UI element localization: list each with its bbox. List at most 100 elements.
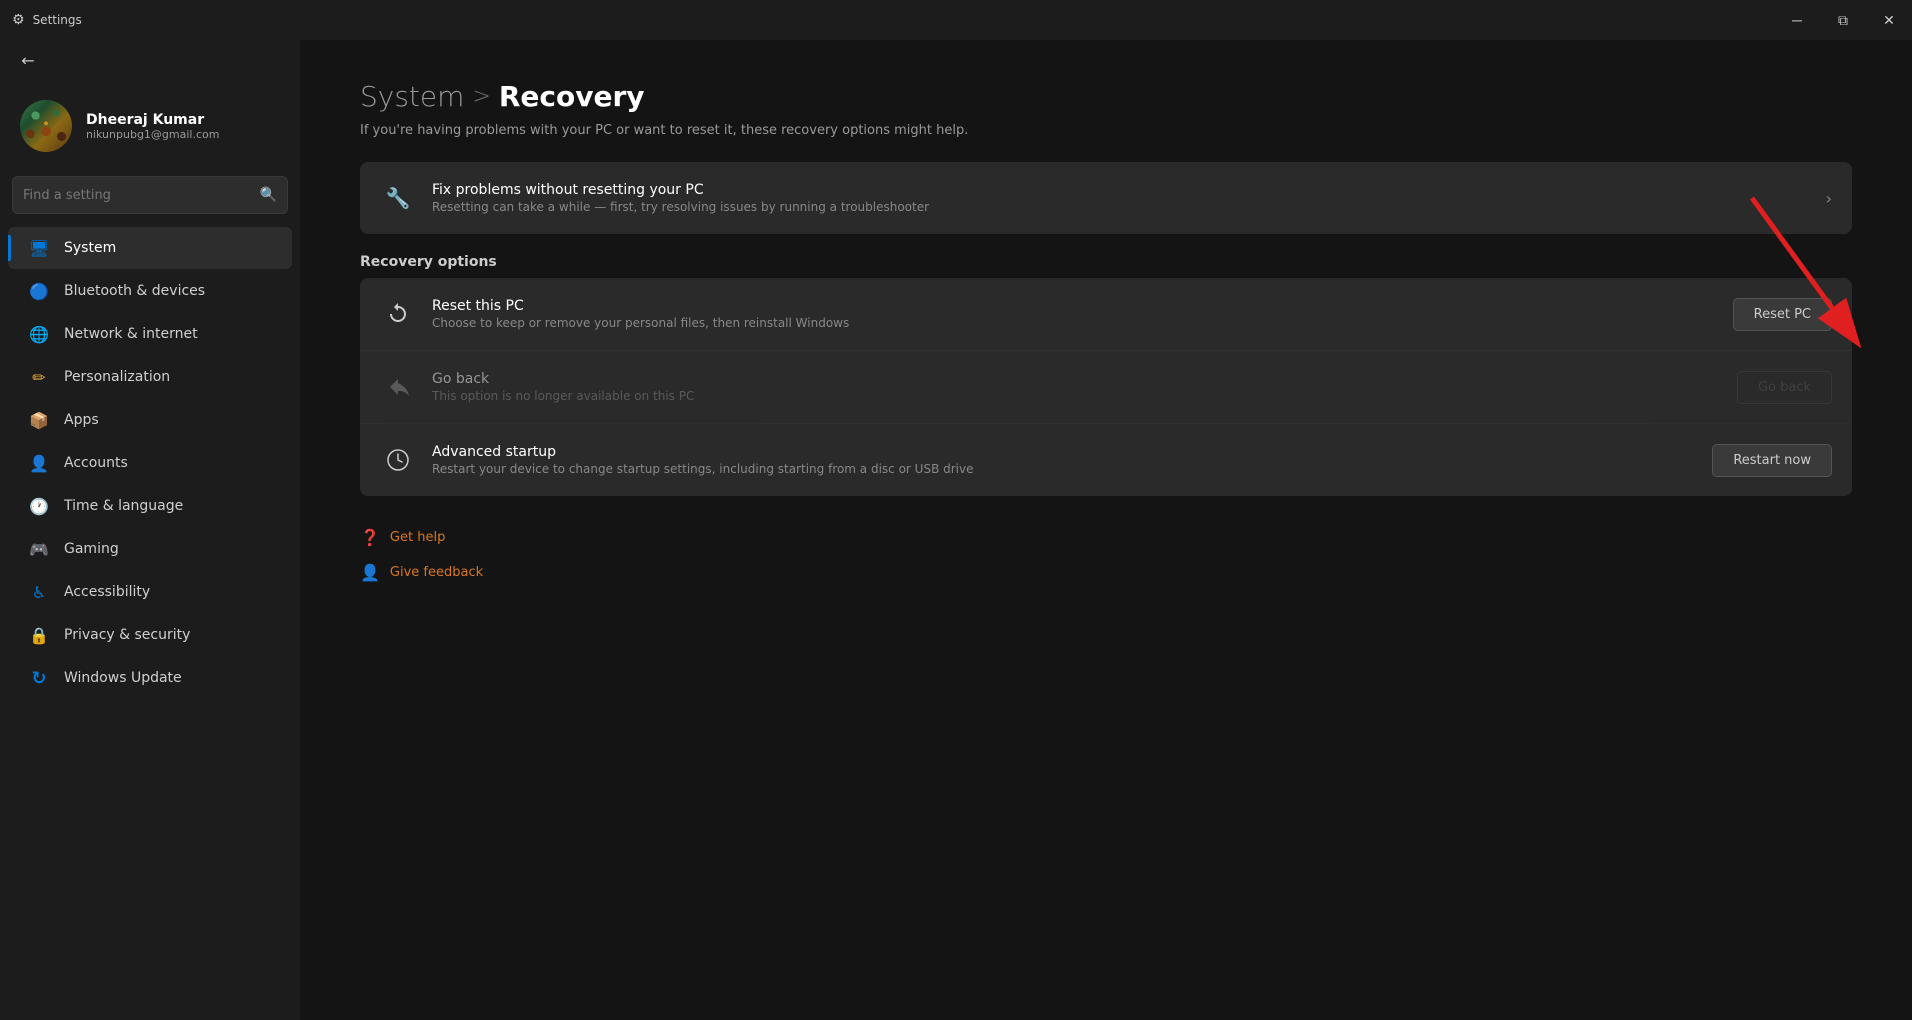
advanced-desc: Restart your device to change startup se… (432, 462, 1712, 476)
advanced-icon (380, 442, 416, 478)
goback-title: Go back (432, 371, 1737, 387)
sidebar: ← Dheeraj Kumar nikunpubg1@gmail.com 🔍 🖥… (0, 40, 300, 1020)
titlebar-left: ⚙ Settings (12, 12, 82, 28)
reset-desc: Choose to keep or remove your personal f… (432, 316, 1733, 330)
page-header: System > Recovery If you're having probl… (360, 80, 1852, 138)
advanced-text: Advanced startup Restart your device to … (432, 444, 1712, 476)
breadcrumb-current: Recovery (499, 80, 645, 113)
user-name: Dheeraj Kumar (86, 112, 219, 128)
advanced-startup-row[interactable]: Advanced startup Restart your device to … (360, 424, 1852, 496)
avatar (20, 100, 72, 152)
sidebar-item-privacy[interactable]: 🔒 Privacy & security (8, 614, 292, 656)
breadcrumb-parent[interactable]: System (360, 80, 464, 113)
fix-text: Fix problems without resetting your PC R… (432, 182, 1826, 214)
personalization-icon: ✏ (28, 366, 50, 388)
user-profile[interactable]: Dheeraj Kumar nikunpubg1@gmail.com (0, 80, 300, 172)
gaming-icon: 🎮 (28, 538, 50, 560)
titlebar-controls: ─ ⧉ ✕ (1774, 0, 1912, 40)
system-icon: 🖥 (28, 237, 50, 259)
sidebar-item-label: Personalization (64, 369, 170, 385)
fix-desc: Resetting can take a while — first, try … (432, 200, 1826, 214)
close-button[interactable]: ✕ (1866, 0, 1912, 40)
give-feedback-label: Give feedback (390, 565, 483, 580)
goback-icon (380, 369, 416, 405)
apps-icon: 📦 (28, 409, 50, 431)
sidebar-item-label: Gaming (64, 541, 119, 557)
sidebar-item-network[interactable]: 🌐 Network & internet (8, 313, 292, 355)
go-back-button[interactable]: Go back (1737, 371, 1832, 404)
accessibility-icon: ♿ (28, 581, 50, 603)
sidebar-item-time[interactable]: 🕐 Time & language (8, 485, 292, 527)
network-icon: 🌐 (28, 323, 50, 345)
settings-icon: ⚙ (12, 12, 25, 28)
sidebar-item-personalization[interactable]: ✏ Personalization (8, 356, 292, 398)
breadcrumb-sep: > (472, 84, 490, 109)
fix-problems-card: 🔧 Fix problems without resetting your PC… (360, 162, 1852, 234)
privacy-icon: 🔒 (28, 624, 50, 646)
main-content: System > Recovery If you're having probl… (300, 40, 1912, 1020)
advanced-action: Restart now (1712, 444, 1832, 477)
sidebar-item-bluetooth[interactable]: 🔵 Bluetooth & devices (8, 270, 292, 312)
goback-action: Go back (1737, 371, 1832, 404)
accounts-icon: 👤 (28, 452, 50, 474)
avatar-image (20, 100, 72, 152)
reset-title: Reset this PC (432, 298, 1733, 314)
sidebar-item-label: System (64, 240, 116, 256)
minimize-button[interactable]: ─ (1774, 0, 1820, 40)
recovery-options-card: Reset this PC Choose to keep or remove y… (360, 278, 1852, 496)
sidebar-item-accessibility[interactable]: ♿ Accessibility (8, 571, 292, 613)
breadcrumb: System > Recovery (360, 80, 1852, 113)
winupdate-icon: ↻ (28, 667, 50, 689)
titlebar-title: Settings (33, 13, 82, 27)
fix-action: › (1826, 189, 1832, 208)
back-button[interactable]: ← (12, 44, 44, 76)
sidebar-item-windows-update[interactable]: ↻ Windows Update (8, 657, 292, 699)
fix-icon: 🔧 (380, 180, 416, 216)
sidebar-item-label: Bluetooth & devices (64, 283, 205, 299)
get-help-icon: ❓ (360, 528, 380, 547)
advanced-title: Advanced startup (432, 444, 1712, 460)
reset-pc-row[interactable]: Reset this PC Choose to keep or remove y… (360, 278, 1852, 351)
reset-pc-button[interactable]: Reset PC (1733, 298, 1832, 331)
fix-title: Fix problems without resetting your PC (432, 182, 1826, 198)
sidebar-item-label: Network & internet (64, 326, 198, 342)
search-box[interactable]: 🔍 (12, 176, 288, 214)
sidebar-item-accounts[interactable]: 👤 Accounts (8, 442, 292, 484)
recovery-section-header: Recovery options (360, 254, 1852, 270)
chevron-right-icon: › (1826, 189, 1832, 208)
search-icon: 🔍 (260, 187, 277, 203)
sidebar-item-label: Time & language (64, 498, 183, 514)
time-icon: 🕐 (28, 495, 50, 517)
get-help-label: Get help (390, 530, 445, 545)
sidebar-item-label: Privacy & security (64, 627, 190, 643)
sidebar-item-system[interactable]: 🖥 System (8, 227, 292, 269)
search-input[interactable] (23, 188, 252, 203)
sidebar-item-label: Windows Update (64, 670, 182, 686)
page-subtitle: If you're having problems with your PC o… (360, 123, 1852, 138)
maximize-button[interactable]: ⧉ (1820, 0, 1866, 40)
give-feedback-link[interactable]: 👤 Give feedback (360, 555, 1852, 590)
fix-problems-row[interactable]: 🔧 Fix problems without resetting your PC… (360, 162, 1852, 234)
reset-text: Reset this PC Choose to keep or remove y… (432, 298, 1733, 330)
goback-desc: This option is no longer available on th… (432, 389, 1737, 403)
get-help-link[interactable]: ❓ Get help (360, 520, 1852, 555)
reset-icon (380, 296, 416, 332)
content-inner: 🔧 Fix problems without resetting your PC… (360, 162, 1852, 590)
sidebar-item-apps[interactable]: 📦 Apps (8, 399, 292, 441)
go-back-row[interactable]: Go back This option is no longer availab… (360, 351, 1852, 424)
restart-now-button[interactable]: Restart now (1712, 444, 1832, 477)
titlebar: ⚙ Settings ─ ⧉ ✕ (0, 0, 1912, 40)
user-info: Dheeraj Kumar nikunpubg1@gmail.com (86, 112, 219, 141)
goback-text: Go back This option is no longer availab… (432, 371, 1737, 403)
sidebar-item-label: Apps (64, 412, 99, 428)
sidebar-item-gaming[interactable]: 🎮 Gaming (8, 528, 292, 570)
user-email: nikunpubg1@gmail.com (86, 128, 219, 141)
links-section: ❓ Get help 👤 Give feedback (360, 520, 1852, 590)
give-feedback-icon: 👤 (360, 563, 380, 582)
sidebar-item-label: Accessibility (64, 584, 150, 600)
app-body: ← Dheeraj Kumar nikunpubg1@gmail.com 🔍 🖥… (0, 40, 1912, 1020)
reset-action: Reset PC (1733, 298, 1832, 331)
sidebar-item-label: Accounts (64, 455, 128, 471)
sidebar-nav: 🖥 System 🔵 Bluetooth & devices 🌐 Network… (0, 226, 300, 700)
recovery-options-wrapper: Reset this PC Choose to keep or remove y… (360, 278, 1852, 496)
